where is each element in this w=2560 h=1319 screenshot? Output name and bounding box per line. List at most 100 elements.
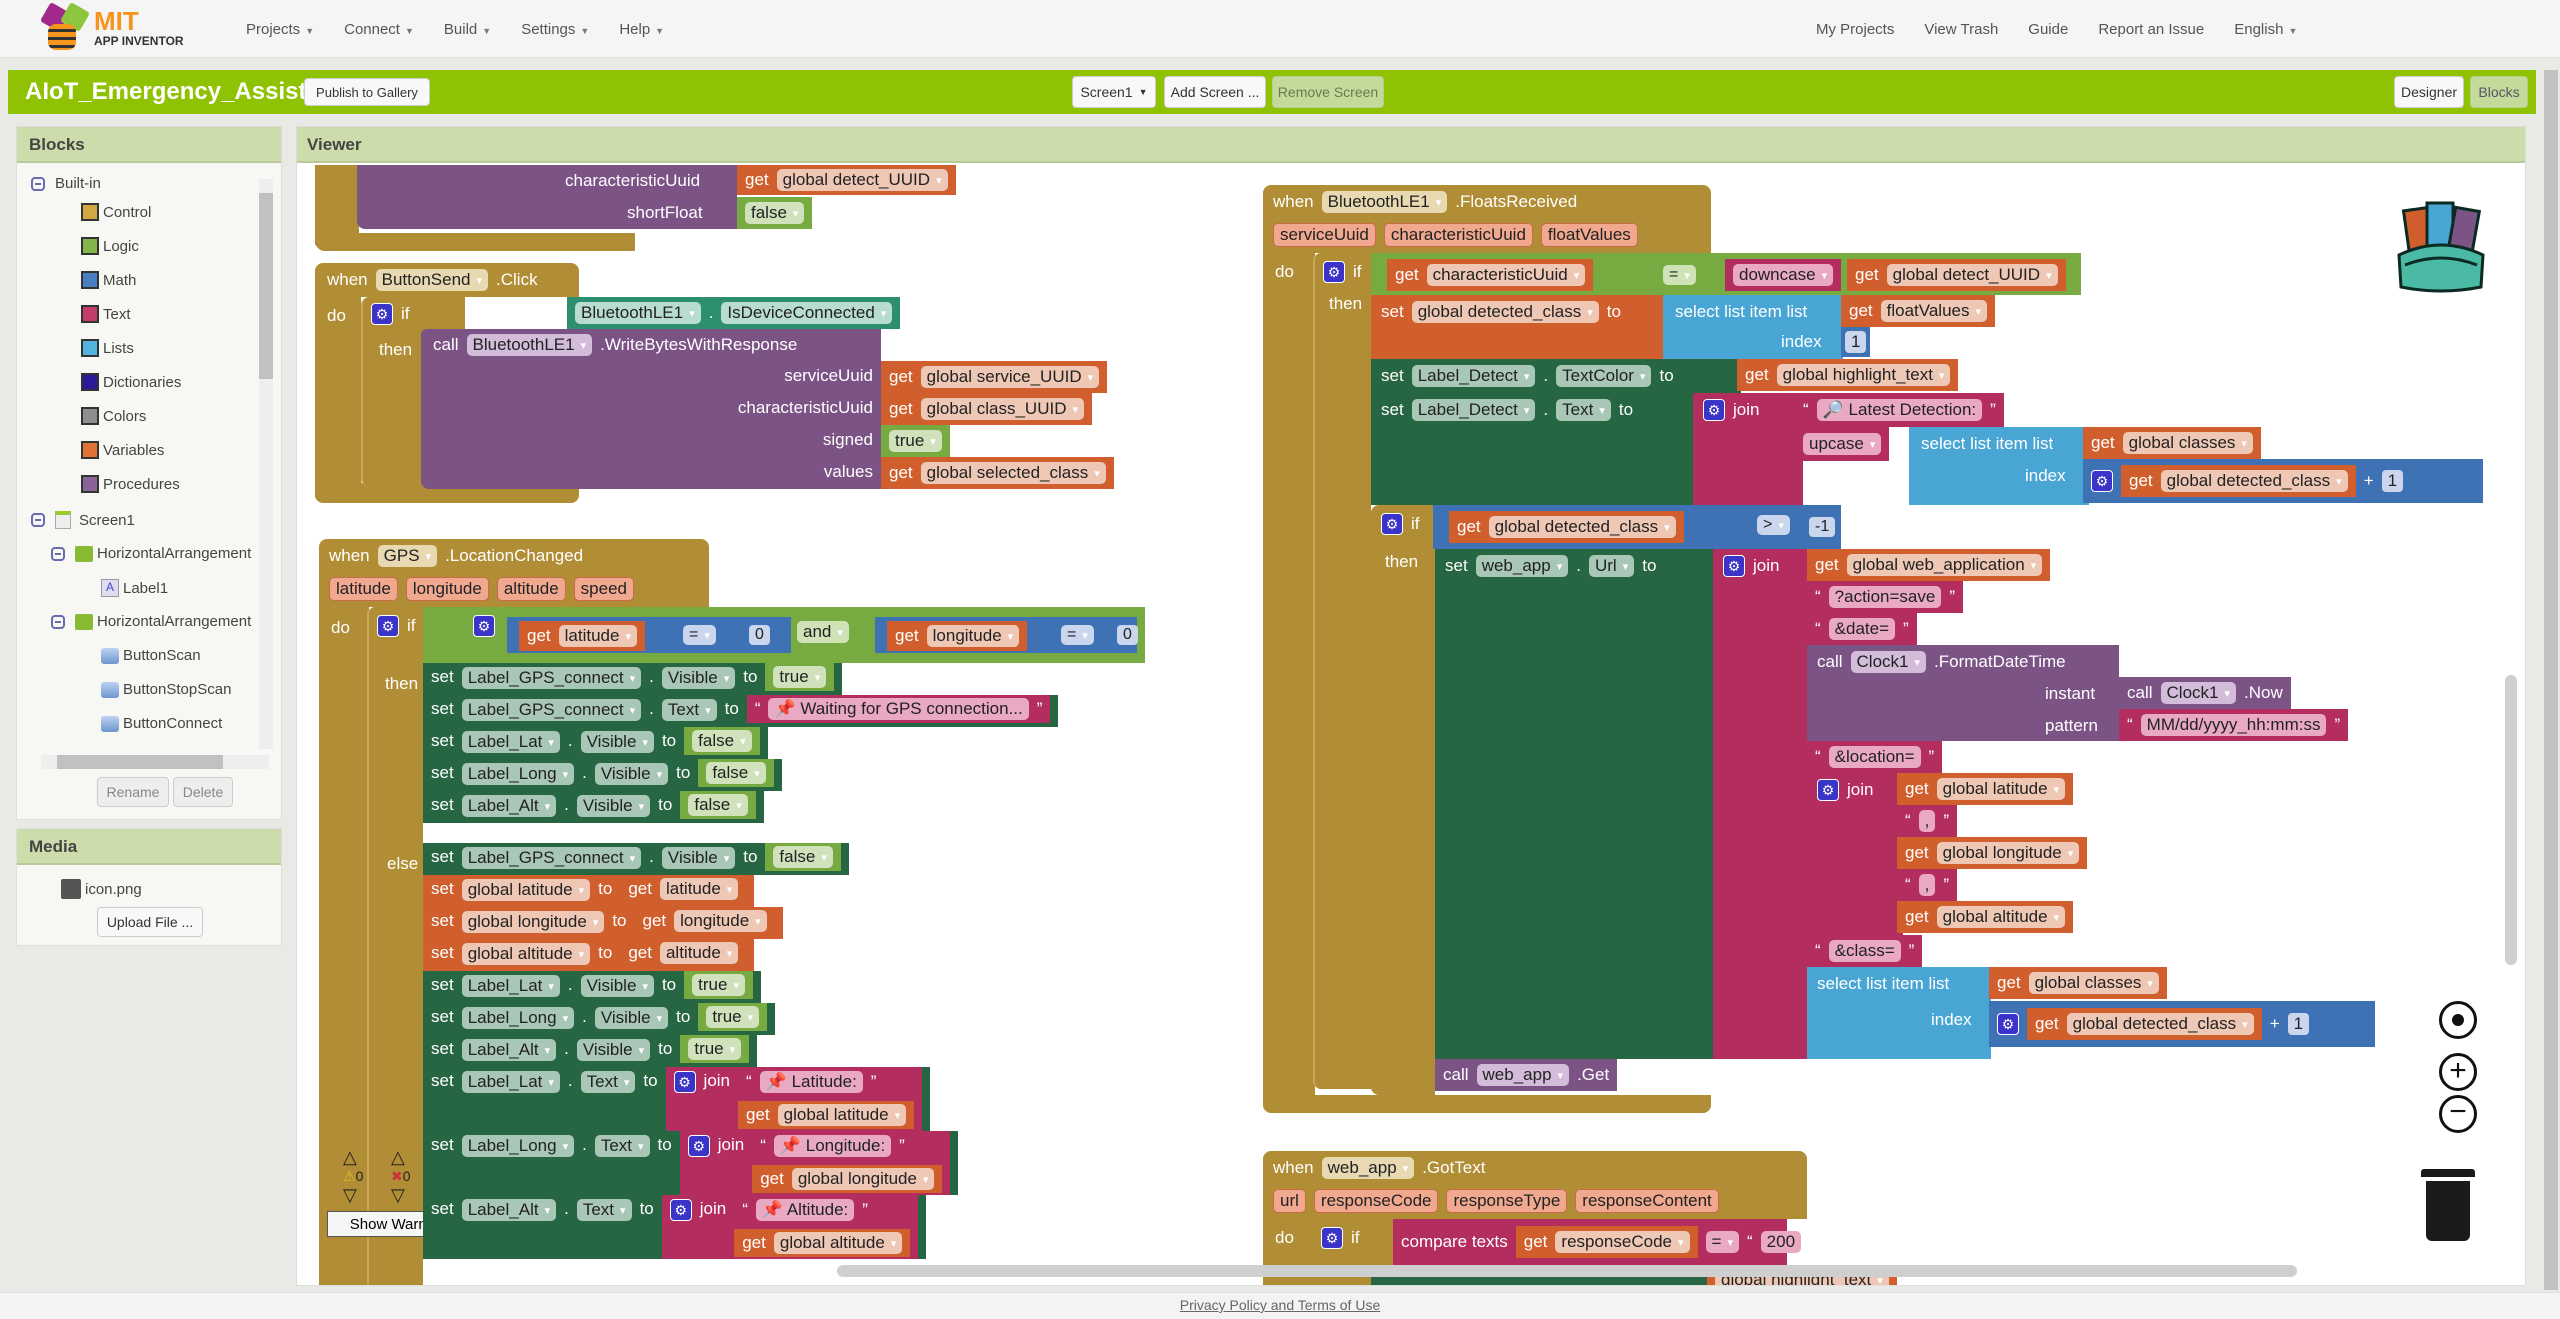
text-field[interactable]: MM/dd/yyyy_hh:mm:ss [2140,714,2327,736]
get-block[interactable]: get global class_UUID [881,393,1093,425]
event-parameter[interactable]: latitude [329,577,398,601]
boolean-block[interactable]: true [765,663,835,691]
text-field[interactable]: , [1918,810,1936,832]
addition-block[interactable]: ⚙ get global detected_class +1 [2083,459,2483,503]
menu-projects[interactable]: Projects ▼ [246,21,314,38]
boolean-dropdown[interactable]: true [692,974,745,996]
property-dropdown[interactable]: Text [580,1071,636,1093]
text-field[interactable]: 📌 Longitude: [773,1135,892,1157]
text-field[interactable]: , [1918,874,1936,896]
set-variable-block[interactable]: set global altitude toget altitude [423,939,755,971]
text-field[interactable]: &class= [1828,940,1901,962]
add-screen-button[interactable]: Add Screen ... [1164,76,1266,108]
gear-icon[interactable]: ⚙ [1723,555,1745,577]
operator-dropdown[interactable]: = [1705,1231,1739,1253]
variable-dropdown[interactable]: longitude [926,625,1020,647]
variable-dropdown[interactable]: global selected_class [920,462,1106,484]
text-field[interactable]: ?action=save [1828,586,1942,608]
upcase-block[interactable]: upcase [1795,427,1890,461]
component-dropdown[interactable]: Label_GPS_connect [461,667,642,689]
gear-icon[interactable]: ⚙ [673,1071,696,1093]
gear-icon[interactable]: ⚙ [473,615,495,637]
get-block[interactable]: get global detect_UUID [1847,259,2066,291]
variable-dropdown[interactable]: global class_UUID [920,398,1085,420]
variable-dropdown[interactable]: responseCode [1555,1231,1690,1253]
tree-builtin[interactable]: Built-in [31,175,101,192]
join-block[interactable]: ⚙ join “ 📌 Longitude: ” get global longitude [679,1131,951,1195]
number-field[interactable]: 0 [1117,625,1138,645]
variable-dropdown[interactable]: longitude [674,910,767,932]
number-field[interactable]: 1 [2381,470,2404,492]
gear-icon[interactable]: ⚙ [1703,399,1725,421]
variable-dropdown[interactable]: global highlight_text [1776,364,1951,386]
tree-component[interactable]: HorizontalArrangement [51,613,251,630]
privacy-link[interactable]: Privacy Policy and Terms of Use [1180,1297,1380,1313]
menu-build[interactable]: Build ▼ [444,21,491,38]
event-parameter[interactable]: characteristicUuid [1383,223,1533,247]
boolean-dropdown[interactable]: false [706,762,766,784]
boolean-dropdown[interactable]: true [773,666,827,688]
set-property-block[interactable]: set Label_Long. Textto ⚙ join “ 📌 Longitude: ” g… [423,1131,959,1195]
boolean-block[interactable]: false [680,791,756,819]
collapse-icon[interactable] [31,176,45,191]
delete-button[interactable]: Delete [173,777,233,807]
property-dropdown[interactable]: Visible [576,795,651,817]
text-block[interactable]: “ &location= ” [1807,741,1943,773]
variable-dropdown[interactable]: global altitude [461,943,591,965]
menu-help[interactable]: Help ▼ [619,21,664,38]
variable-dropdown[interactable]: global altitude [1936,906,2066,928]
page-vertical-scrollbar[interactable] [2544,70,2558,1290]
get-block[interactable]: get latitude [519,621,645,651]
boolean-block[interactable]: true [698,1003,768,1031]
tree-component[interactable]: ButtonStopScan [101,681,231,698]
boolean-block[interactable]: true [881,425,950,457]
get-block[interactable]: get global latitude [1897,773,2074,805]
language-select[interactable]: English ▼ [2234,21,2297,38]
link-my-projects[interactable]: My Projects [1816,21,1894,38]
gear-icon[interactable]: ⚙ [1997,1013,2019,1035]
gear-icon[interactable]: ⚙ [1381,513,1403,535]
set-property-block[interactable]: set Label_Alt. Textto ⚙ join “ 📌 Altitude: ” get… [423,1195,927,1259]
number-block[interactable]: 1 [1841,327,1871,357]
component-dropdown[interactable]: Label_Alt [461,1039,557,1061]
gear-icon[interactable]: ⚙ [371,303,393,325]
media-file[interactable]: icon.png [61,879,142,899]
get-block[interactable]: get global service_UUID [881,361,1108,393]
tree-screen1[interactable]: Screen1 [31,511,135,529]
get-block[interactable]: get responseCode [1515,1226,1698,1258]
join-block[interactable]: ⚙ join “ 📌 Latitude: ” get global latitude [665,1067,923,1131]
get-block[interactable]: get global altitude [734,1229,911,1257]
workspace-vertical-scrollbar[interactable] [2505,675,2517,965]
number-field[interactable]: -1 [1809,517,1836,537]
event-parameter[interactable]: speed [573,577,634,601]
number-field[interactable]: 0 [749,625,770,645]
text-field[interactable]: 📌 Latitude: [759,1071,863,1093]
function-dropdown[interactable]: upcase [1803,433,1882,455]
and-dropdown[interactable]: and [797,621,849,643]
set-property-block[interactable]: set Label_GPS_connect. Visible tofalse [423,843,849,875]
boolean-dropdown[interactable]: false [773,846,833,868]
variable-dropdown[interactable]: floatValues [1880,300,1988,322]
boolean-block[interactable]: false [737,197,813,229]
boolean-dropdown[interactable]: true [889,430,942,452]
variable-dropdown[interactable]: global classes [2028,972,2159,994]
text-field[interactable]: 🔎 Latest Detection: [1816,399,1983,421]
gear-icon[interactable]: ⚙ [1323,261,1345,283]
event-parameter[interactable]: serviceUuid [1273,223,1376,247]
trash-icon[interactable] [2421,1169,2475,1241]
property-dropdown[interactable]: Visible [594,763,669,785]
builtin-category-control[interactable]: Control [81,203,151,221]
component-dropdown[interactable]: Label_Long [461,763,575,785]
text-block[interactable]: “ &date= ” [1807,613,1917,645]
operator-dropdown[interactable]: = [1061,625,1094,645]
gear-icon[interactable]: ⚙ [687,1135,710,1157]
text-field[interactable]: &location= [1828,746,1921,768]
event-parameter[interactable]: floatValues [1540,223,1638,247]
set-property-block[interactable]: set Label_Long. Visible tofalse [423,759,782,791]
tree-vertical-scrollbar[interactable] [259,179,273,749]
property-dropdown[interactable]: Visible [576,1039,651,1061]
link-report-issue[interactable]: Report an Issue [2098,21,2204,38]
variable-dropdown[interactable]: global detect_UUID [776,169,948,191]
rename-button[interactable]: Rename [97,777,169,807]
gear-icon[interactable]: ⚙ [377,615,399,637]
